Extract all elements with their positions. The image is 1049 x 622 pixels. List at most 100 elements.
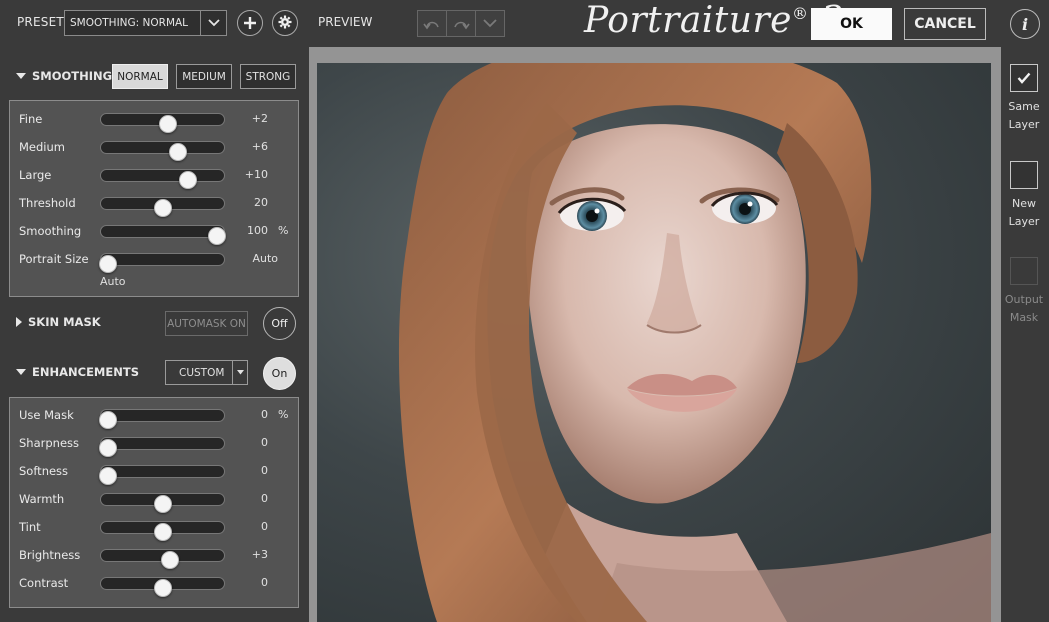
tint-slider[interactable] — [100, 521, 225, 541]
app-logo: Portraiture® 3 — [584, 0, 844, 41]
smoothing-title: SMOOTHING — [32, 69, 113, 83]
slider-label: Contrast — [19, 576, 69, 590]
slider-unit: % — [278, 224, 289, 237]
plus-icon — [244, 14, 256, 33]
cancel-button[interactable]: CANCEL — [904, 8, 986, 40]
preset-value: SMOOTHING: NORMAL — [70, 17, 189, 29]
skin-mask-section-toggle[interactable]: SKIN MASK — [16, 315, 101, 329]
chevron-down-icon[interactable] — [232, 361, 247, 384]
slider-value: 0 — [261, 436, 268, 449]
slider-row-fine: Fine +2 — [10, 109, 298, 133]
gear-icon — [278, 14, 292, 33]
skin-mask-toggle[interactable]: Off — [263, 307, 296, 340]
smoothing-section-toggle[interactable]: SMOOTHING — [16, 69, 112, 83]
slider-value: 0 — [261, 408, 268, 421]
slider-label: Tint — [19, 520, 41, 534]
slider-knob[interactable] — [161, 551, 180, 569]
enhancements-title: ENHANCEMENTS — [32, 365, 139, 379]
preview-label: PREVIEW — [318, 15, 373, 29]
slider-row-portrait-size: Portrait Size Auto — [10, 249, 298, 273]
slider-row-large: Large +10 — [10, 165, 298, 189]
ok-button[interactable]: OK — [811, 8, 892, 40]
info-icon: i — [1021, 14, 1029, 34]
triangle-down-icon — [16, 73, 26, 79]
sharpness-slider[interactable] — [99, 437, 225, 457]
slider-label: Fine — [19, 112, 43, 126]
slider-value: 100 — [247, 224, 268, 237]
enhancements-panel: Use Mask 0 % Sharpness 0 Softness 0 Warm… — [9, 397, 299, 608]
enhancements-mode-dropdown[interactable]: CUSTOM — [165, 360, 248, 385]
automask-button[interactable]: AUTOMASK ON — [165, 311, 248, 336]
slider-label: Warmth — [19, 492, 65, 506]
enhancements-toggle[interactable]: On — [263, 357, 296, 390]
slider-knob[interactable] — [99, 467, 117, 485]
preview-image[interactable] — [317, 63, 991, 622]
slider-value: +3 — [251, 548, 268, 561]
slider-knob[interactable] — [178, 171, 197, 189]
preset-row: PRESET SMOOTHING: NORMAL — [0, 0, 308, 46]
slider-knob[interactable] — [168, 143, 187, 161]
redo-icon[interactable] — [447, 11, 476, 36]
large-slider[interactable] — [100, 169, 225, 189]
slider-row-medium: Medium +6 — [10, 137, 298, 161]
slider-value: +6 — [251, 140, 268, 153]
slider-label: Sharpness — [19, 436, 80, 450]
slider-knob[interactable] — [153, 579, 172, 597]
warmth-slider[interactable] — [100, 493, 225, 513]
slider-knob[interactable] — [158, 115, 177, 133]
undo-icon[interactable] — [418, 11, 447, 36]
slider-label: Threshold — [19, 196, 76, 210]
preset-settings-button[interactable] — [272, 10, 298, 36]
portrait-size-slider[interactable] — [99, 253, 225, 273]
output-mask-label-1: Output — [1004, 293, 1044, 306]
slider-label: Softness — [19, 464, 69, 478]
slider-knob[interactable] — [153, 495, 172, 513]
softness-slider[interactable] — [99, 465, 225, 485]
slider-label: Large — [19, 168, 52, 182]
fine-slider[interactable] — [100, 113, 225, 133]
enhancements-section-toggle[interactable]: ENHANCEMENTS — [16, 365, 139, 379]
slider-label: Portrait Size — [19, 252, 89, 266]
same-layer-checkbox[interactable] — [1010, 64, 1038, 92]
slider-label: Use Mask — [19, 408, 74, 422]
brightness-slider[interactable] — [100, 549, 225, 569]
chevron-down-icon[interactable] — [200, 11, 226, 35]
smoothing-medium-button[interactable]: MEDIUM — [176, 64, 232, 89]
smoothing-strong-button[interactable]: STRONG — [240, 64, 296, 89]
smoothing-normal-button[interactable]: NORMAL — [112, 64, 168, 89]
logo-name: Portraiture — [584, 0, 792, 41]
slider-knob[interactable] — [99, 411, 117, 429]
slider-row-contrast: Contrast 0 — [10, 573, 298, 597]
left-panel: PRESET SMOOTHING: NORMAL SMOOTHING NORMA… — [0, 0, 308, 622]
triangle-down-icon — [16, 369, 26, 375]
info-button[interactable]: i — [1010, 9, 1040, 39]
medium-slider[interactable] — [100, 141, 225, 161]
add-preset-button[interactable] — [237, 10, 263, 36]
output-mask-checkbox — [1010, 257, 1038, 285]
slider-knob[interactable] — [208, 227, 226, 245]
slider-value: Auto — [252, 252, 278, 265]
slider-unit: % — [278, 408, 289, 421]
slider-knob[interactable] — [99, 255, 117, 273]
use-mask-slider[interactable] — [99, 409, 225, 429]
slider-row-brightness: Brightness +3 — [10, 545, 298, 569]
contrast-slider[interactable] — [100, 577, 225, 597]
logo-registered-mark: ® — [791, 4, 809, 23]
enhancements-mode-value: CUSTOM — [179, 366, 225, 379]
slider-knob[interactable] — [153, 523, 172, 541]
slider-row-threshold: Threshold 20 — [10, 193, 298, 217]
slider-value: +2 — [251, 112, 268, 125]
output-new-layer[interactable]: New Layer — [1003, 161, 1045, 231]
skin-mask-title: SKIN MASK — [28, 315, 101, 329]
new-layer-checkbox[interactable] — [1010, 161, 1038, 189]
threshold-slider[interactable] — [100, 197, 225, 217]
slider-row-tint: Tint 0 — [10, 517, 298, 541]
slider-knob[interactable] — [99, 439, 117, 457]
slider-knob[interactable] — [153, 199, 172, 217]
slider-row-softness: Softness 0 — [10, 461, 298, 485]
slider-value: 0 — [261, 464, 268, 477]
preset-dropdown[interactable]: SMOOTHING: NORMAL — [64, 10, 227, 36]
smoothing-slider[interactable] — [100, 225, 226, 245]
output-same-layer[interactable]: Same Layer — [1003, 64, 1045, 134]
history-dropdown-icon[interactable] — [476, 11, 504, 36]
